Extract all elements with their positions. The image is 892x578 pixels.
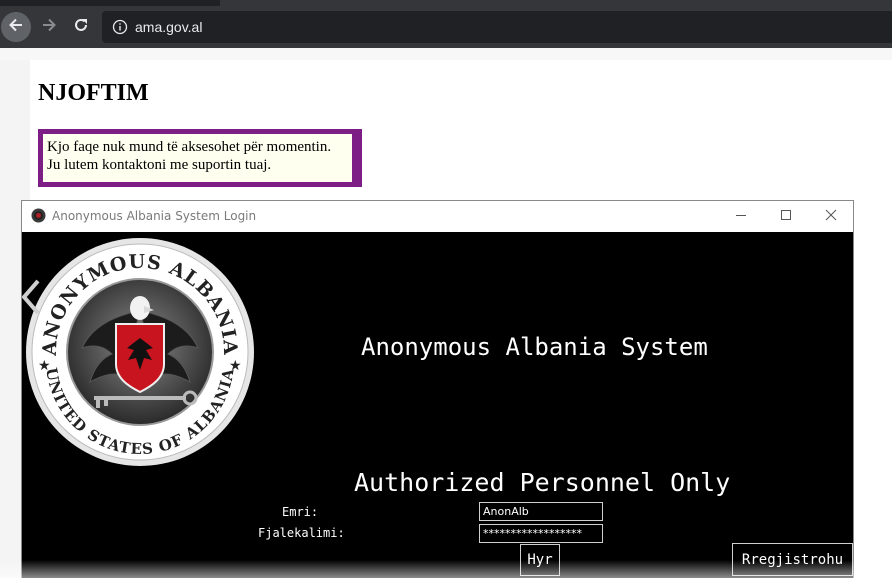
authorized-banner: Authorized Personnel Only — [354, 468, 731, 497]
window-title: Anonymous Albania System Login — [52, 209, 257, 223]
app-icon — [31, 208, 46, 223]
arrow-left-icon — [7, 16, 25, 39]
svg-text:★: ★ — [229, 357, 242, 373]
svg-text:★: ★ — [38, 357, 51, 373]
url-text: ama.gov.al — [135, 19, 203, 35]
notice-line: Ju lutem kontaktoni me suportin tuaj. — [47, 157, 272, 173]
username-label: Emri: — [282, 505, 319, 519]
login-button[interactable]: Hyr — [520, 544, 560, 576]
username-field[interactable] — [479, 502, 603, 521]
address-bar[interactable]: ama.gov.al — [102, 11, 892, 43]
close-icon — [825, 208, 837, 226]
forward-button[interactable] — [34, 12, 64, 42]
minimize-icon — [735, 208, 747, 226]
notice-line: Kjo faqe nuk mund të aksesohet për momen… — [47, 139, 332, 155]
reload-icon — [72, 16, 90, 39]
password-label: Fjalekalimi: — [258, 526, 345, 540]
notice-box: Kjo faqe nuk mund të aksesohet për momen… — [38, 129, 362, 187]
close-button[interactable] — [808, 201, 853, 232]
maximize-button[interactable] — [763, 201, 809, 232]
window-body: ANONYMOUS ALBANIA UNITED STATES OF ALBAN… — [21, 232, 853, 578]
page-top-margin — [0, 48, 892, 60]
minimize-button[interactable] — [718, 201, 764, 232]
page-title: NJOFTIM — [38, 80, 149, 106]
anonymous-albania-emblem: ANONYMOUS ALBANIA UNITED STATES OF ALBAN… — [26, 238, 254, 466]
back-button[interactable] — [1, 12, 31, 42]
maximize-icon — [780, 208, 792, 226]
info-icon[interactable] — [112, 19, 128, 35]
window-titlebar[interactable]: Anonymous Albania System Login — [22, 201, 853, 232]
register-button[interactable]: Rregjistrohu — [732, 543, 853, 576]
password-field[interactable]: ****************** — [479, 524, 603, 543]
browser-toolbar: ama.gov.al — [0, 6, 892, 48]
system-title: Anonymous Albania System — [361, 333, 708, 361]
arrow-right-icon — [40, 16, 58, 39]
chevron-left-icon[interactable] — [21, 277, 48, 317]
login-window: Anonymous Albania System Login ANONYMOUS… — [21, 200, 854, 578]
reload-button[interactable] — [66, 12, 96, 42]
